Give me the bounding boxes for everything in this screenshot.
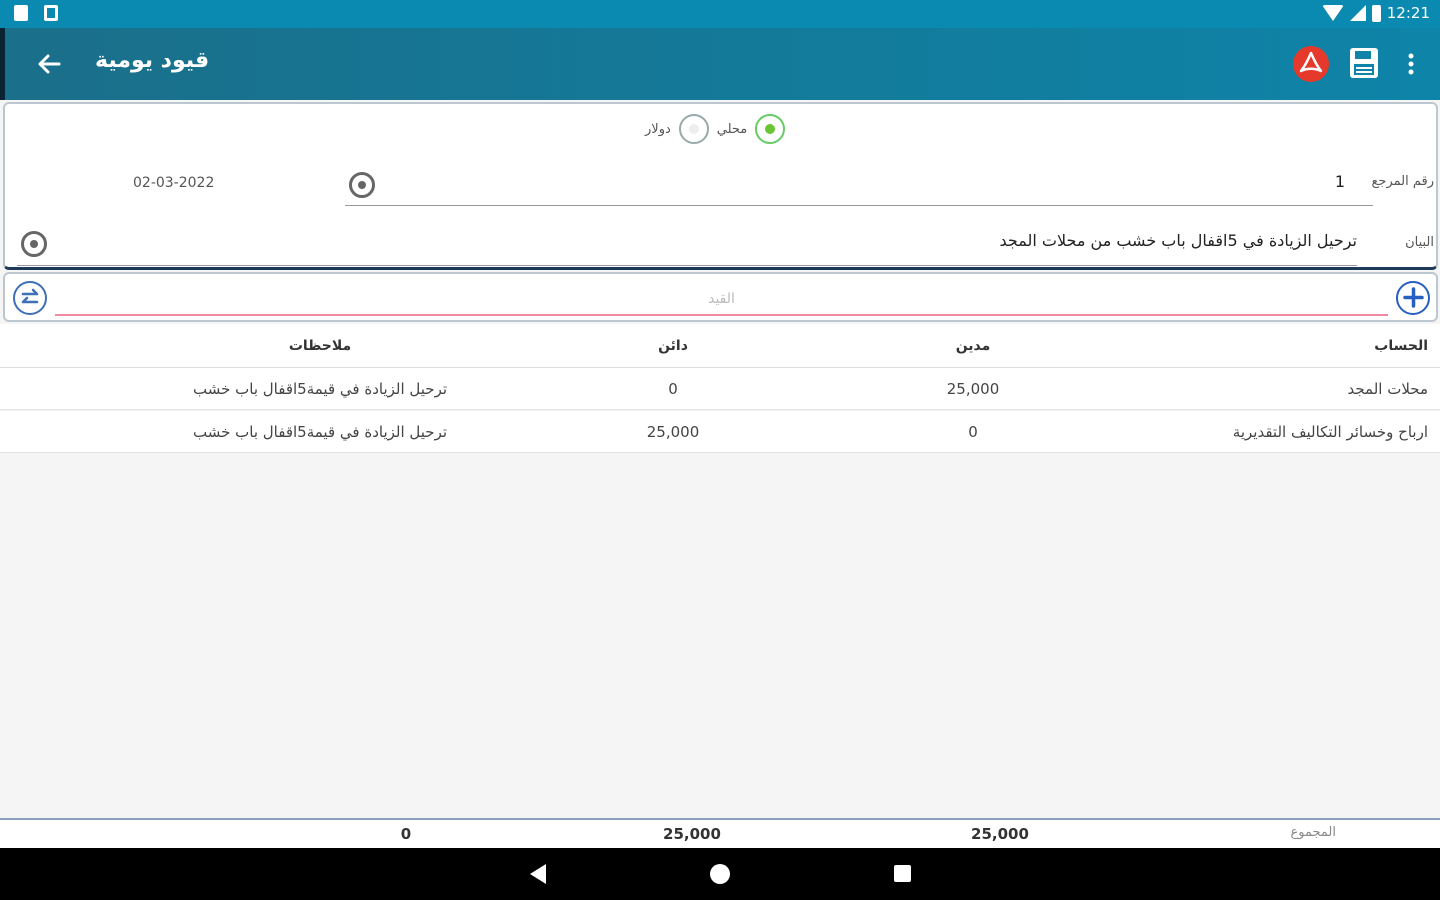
- cell-credit: 0: [668, 379, 678, 398]
- nav-recents-icon[interactable]: [894, 865, 911, 882]
- notification-icon: [14, 5, 28, 21]
- radio-local[interactable]: [755, 114, 786, 144]
- more-vert-icon[interactable]: [1401, 46, 1421, 82]
- ref-number-value: 1: [1334, 172, 1345, 191]
- cell-notes: ترحيل الزيادة في قيمة5اقفال باب خشب: [192, 422, 448, 441]
- journal-header-card: محلي دولار رقم المرجع 1 02-03-2022 البيا…: [3, 102, 1438, 270]
- date-field[interactable]: 02-03-2022: [133, 175, 214, 191]
- cell-account: ارباح وخسائر التكاليف التقديرية: [1232, 422, 1428, 441]
- description-value: ترحيل الزيادة في 5اقفال باب خشب من محلات…: [999, 231, 1357, 250]
- radio-local-label: محلي: [716, 121, 748, 137]
- notification-icon-2: [44, 5, 58, 21]
- cell-notes: ترحيل الزيادة في قيمة5اقفال باب خشب: [192, 379, 448, 398]
- target-icon[interactable]: [349, 172, 375, 198]
- header-debit: مدين: [955, 337, 991, 354]
- swap-icon[interactable]: [13, 281, 47, 315]
- total-notes: 0: [400, 825, 412, 843]
- entry-input[interactable]: القيد: [55, 284, 1388, 316]
- totals-label: المجموع: [1290, 825, 1336, 840]
- table-header: الحساب مدين دائن ملاحظات: [0, 324, 1440, 368]
- signal-icon: [1349, 5, 1366, 21]
- total-credit: 25,000: [663, 825, 721, 843]
- arrow-back-icon[interactable]: [31, 46, 67, 82]
- page-title: قيود يومية: [95, 48, 210, 73]
- system-nav-bar: [0, 848, 1440, 900]
- battery-icon: [1371, 4, 1381, 22]
- add-icon[interactable]: [1396, 281, 1430, 315]
- description-field[interactable]: ترحيل الزيادة في 5اقفال باب خشب من محلات…: [17, 222, 1357, 266]
- cell-debit: 0: [968, 422, 978, 441]
- radio-dollar[interactable]: [678, 114, 709, 144]
- target-icon[interactable]: [21, 231, 47, 257]
- app-bar: قيود يومية: [0, 28, 1440, 100]
- header-notes: ملاحظات: [288, 337, 352, 354]
- radio-dollar-label: دولار: [645, 121, 671, 137]
- currency-radio-group: محلي دولار: [645, 114, 786, 144]
- nav-home-icon[interactable]: [710, 864, 730, 884]
- cell-debit: 25,000: [946, 379, 1000, 398]
- wifi-icon: [1321, 5, 1344, 21]
- status-time: 12:21: [1386, 4, 1430, 22]
- nav-back-icon[interactable]: [530, 864, 546, 884]
- ref-number-field[interactable]: 1: [345, 164, 1373, 206]
- header-credit: دائن: [658, 337, 688, 354]
- cell-credit: 25,000: [646, 422, 700, 441]
- status-bar: 12:21: [0, 0, 1440, 28]
- entry-bar: القيد: [3, 272, 1438, 322]
- table-row[interactable]: محلات المجد 25,000 0 ترحيل الزيادة في قي…: [0, 368, 1440, 410]
- header-account: الحساب: [1374, 337, 1428, 354]
- total-debit: 25,000: [971, 825, 1029, 843]
- totals-bar: المجموع 25,000 25,000 0: [0, 818, 1440, 848]
- description-label: البيان: [1405, 235, 1434, 250]
- pdf-icon[interactable]: [1293, 46, 1329, 82]
- cell-account: محلات المجد: [1347, 379, 1428, 398]
- save-icon[interactable]: [1348, 46, 1380, 80]
- table-row[interactable]: ارباح وخسائر التكاليف التقديرية 0 25,000…: [0, 411, 1440, 453]
- ref-number-label: رقم المرجع: [1371, 174, 1435, 189]
